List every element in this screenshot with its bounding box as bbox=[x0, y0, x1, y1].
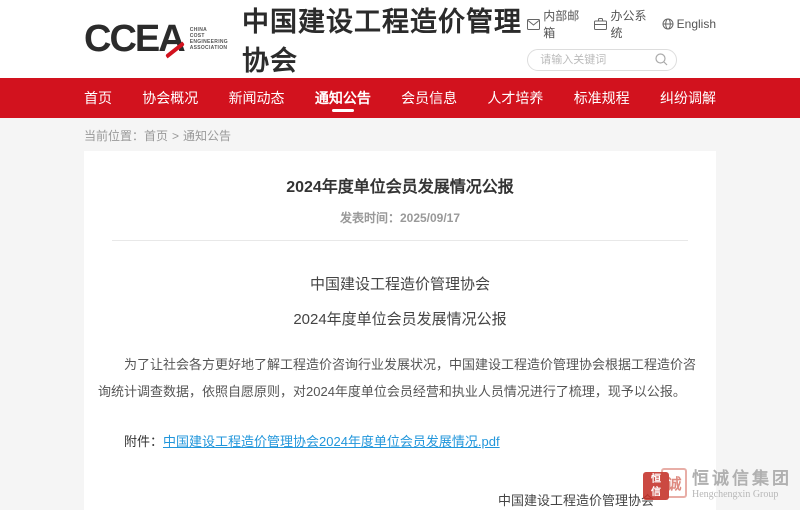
org-name-title: 中国建设工程造价管理协会 bbox=[242, 0, 527, 78]
utility-link-label: 内部邮箱 bbox=[543, 7, 580, 41]
seal-stamp-icon: 恒 信 诚 bbox=[643, 466, 687, 504]
site-header: CCEA CHINA COST ENGINEERING ASSOCIATION … bbox=[0, 0, 800, 78]
search-box bbox=[527, 49, 677, 71]
briefcase-icon bbox=[594, 18, 607, 30]
globe-icon bbox=[662, 18, 674, 30]
breadcrumb-home-link[interactable]: 首页 bbox=[144, 129, 168, 143]
article-publish-date: 发表时间：2025/09/17 bbox=[98, 209, 702, 226]
nav-item-home[interactable]: 首页 bbox=[84, 78, 112, 118]
nav-item-notices[interactable]: 通知公告 bbox=[315, 78, 371, 118]
article-card: 2024年度单位会员发展情况公报 发表时间：2025/09/17 中国建设工程造… bbox=[84, 151, 716, 510]
doc-heading-org: 中国建设工程造价管理协会 bbox=[98, 273, 702, 294]
signature-org: 中国建设工程造价管理协会 bbox=[498, 490, 654, 509]
attachment-pdf-link[interactable]: 中国建设工程造价管理协会2024年度单位会员发展情况.pdf bbox=[163, 434, 500, 449]
article-paragraph: 为了让社会各方更好地了解工程造价咨询行业发展状况，中国建设工程造价管理协会根据工… bbox=[98, 351, 702, 405]
attachment-label: 附件： bbox=[124, 434, 163, 449]
doc-heading-title: 2024年度单位会员发展情况公报 bbox=[98, 308, 702, 329]
nav-item-about[interactable]: 协会概况 bbox=[142, 78, 198, 118]
breadcrumb: 当前位置：首页 > 通知公告 bbox=[84, 118, 716, 151]
nav-item-standards[interactable]: 标准规程 bbox=[574, 78, 630, 118]
hengchengxin-watermark: 恒 信 诚 恒诚信集团 Hengchengxin Group bbox=[643, 466, 792, 504]
main-nav: 首页 协会概况 新闻动态 通知公告 会员信息 人才培养 标准规程 纠纷调解 bbox=[0, 78, 800, 118]
utility-links: 内部邮箱 办公系统 English bbox=[527, 7, 716, 41]
utility-link-label: 办公系统 bbox=[610, 7, 647, 41]
logo-subtext: CHINA COST ENGINEERING ASSOCIATION bbox=[190, 27, 228, 51]
mail-icon bbox=[527, 19, 540, 30]
breadcrumb-current-link[interactable]: 通知公告 bbox=[183, 129, 231, 143]
english-link[interactable]: English bbox=[662, 17, 716, 31]
internal-mail-link[interactable]: 内部邮箱 bbox=[527, 7, 580, 41]
title-divider bbox=[112, 240, 688, 241]
nav-item-news[interactable]: 新闻动态 bbox=[229, 78, 285, 118]
nav-item-training[interactable]: 人才培养 bbox=[487, 78, 543, 118]
nav-item-mediation[interactable]: 纠纷调解 bbox=[660, 78, 716, 118]
breadcrumb-separator: > bbox=[172, 129, 179, 143]
site-logo[interactable]: CCEA CHINA COST ENGINEERING ASSOCIATION … bbox=[84, 0, 527, 78]
watermark-name-en: Hengchengxin Group bbox=[692, 489, 792, 501]
signature-block: 中国建设工程造价管理协会 2025年9月17日 bbox=[498, 490, 654, 510]
utility-link-label: English bbox=[677, 17, 716, 31]
search-icon[interactable] bbox=[655, 53, 668, 71]
watermark-text: 恒诚信集团 Hengchengxin Group bbox=[692, 469, 792, 500]
article-title: 2024年度单位会员发展情况公报 bbox=[98, 173, 702, 197]
breadcrumb-prefix: 当前位置： bbox=[84, 129, 144, 143]
nav-item-members[interactable]: 会员信息 bbox=[401, 78, 457, 118]
attachment-row: 附件：中国建设工程造价管理协会2024年度单位会员发展情况.pdf bbox=[98, 431, 702, 450]
office-system-link[interactable]: 办公系统 bbox=[594, 7, 647, 41]
watermark-name-cn: 恒诚信集团 bbox=[692, 469, 792, 489]
